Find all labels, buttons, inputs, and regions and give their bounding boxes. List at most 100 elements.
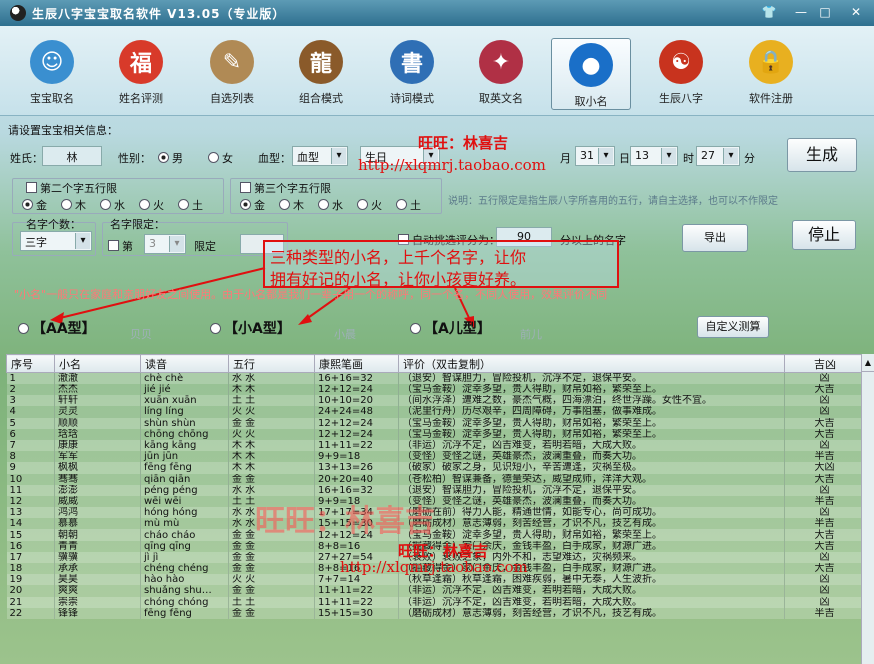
shop-watermark-large: 旺旺：林喜吉 bbox=[255, 504, 435, 539]
cell-fortune: 大吉 bbox=[784, 417, 861, 429]
cell-fortune: 大吉 bbox=[784, 428, 861, 440]
radio-icon bbox=[210, 323, 221, 334]
cell-fortune: 凶 bbox=[784, 439, 861, 452]
cell-fortune: 大吉 bbox=[784, 384, 861, 396]
table-row[interactable]: 22 锋锋 fēng fēng 金 金 15+15=30 （磨砺成材）意志薄弱，刻苦经营，… bbox=[6, 607, 861, 619]
table-row[interactable]: 9 枫枫 fēng fēng 木 木 13+13=26 （破家）破家之身，见识短小，辛苦遭… bbox=[6, 462, 861, 474]
cell-name: 轩轩 bbox=[54, 395, 141, 407]
cell-element: 木 木 bbox=[228, 462, 315, 474]
cell-evaluation: （退安）智谋胆力，冒险投机，沉浮不定，退保平安。 bbox=[398, 484, 785, 496]
cell-pinyin: hóng hóng bbox=[140, 507, 229, 519]
app-window: 生辰八字宝宝取名软件 V13.05（专业版） 👕 — □ ✕ ☺ 宝宝取名 福姓名… bbox=[0, 0, 874, 664]
table-row[interactable]: 1 澈澈 chè chè 水 水 16+16=32 （退安）智谋胆力，冒险投机，沉浮不定，… bbox=[6, 372, 861, 384]
table-scrollbar[interactable]: ▲ bbox=[861, 354, 874, 664]
col-name[interactable]: 小名 bbox=[54, 354, 141, 373]
cell-index: 14 bbox=[6, 518, 55, 530]
cell-strokes: 12+12=24 bbox=[314, 384, 399, 396]
type-xa-radio[interactable]: 【小A型】 bbox=[210, 318, 291, 338]
cell-evaluation: （非运）沉浮不定，凶吉难变，若明若暗，大成大败。 bbox=[398, 585, 785, 597]
url-watermark-2: http://xlqmrj.taobao.com bbox=[340, 558, 528, 576]
type-ae-radio[interactable]: 【A儿型】 bbox=[410, 318, 491, 338]
cell-element: 火 火 bbox=[228, 574, 315, 586]
cell-strokes: 24+24=48 bbox=[314, 406, 399, 418]
table-row[interactable]: 21 崇崇 chóng chóng 土 土 11+11=22 （非运）沉浮不定，凶吉难变，… bbox=[6, 596, 861, 608]
cell-index: 10 bbox=[6, 473, 55, 485]
cell-evaluation: （宝马金鞍）淀幸多望，贵人得助，财帛如裕，繁荣至上。 bbox=[398, 529, 785, 541]
cell-element: 金 金 bbox=[228, 585, 315, 597]
table-row[interactable]: 5 顺顺 shùn shùn 金 金 12+12=24 （宝马金鞍）淀幸多望，贵人得助，财… bbox=[6, 417, 861, 429]
type-aa-radio[interactable]: 【AA型】 bbox=[18, 318, 96, 338]
table-row[interactable]: 8 军军 jūn jūn 木 木 9+9=18 （变怪）变怪之谜，英雄豪杰，波澜重叠，而奏… bbox=[6, 451, 861, 463]
cell-strokes: 8+8=16 bbox=[314, 540, 399, 552]
cell-pinyin: qiān qiān bbox=[140, 473, 229, 485]
cell-name: 青青 bbox=[54, 540, 141, 552]
cell-evaluation: （磨砺成材）意志薄弱，刻苦经营，才识不凡，技艺有成。 bbox=[398, 607, 785, 619]
cell-strokes: 11+11=22 bbox=[314, 439, 399, 452]
nickname-intro: "小名"一般只在家庭和亲朋好友之间使用。由于小名都是我们一辈子用一个的称呼，同一… bbox=[14, 288, 608, 301]
cell-fortune: 凶 bbox=[784, 596, 861, 608]
cell-strokes: 15+15=30 bbox=[314, 607, 399, 619]
table-row[interactable]: 4 灵灵 líng líng 火 火 24+24=48 （泥里行舟）历尽艰辛，四周障碍，万… bbox=[6, 406, 861, 418]
cell-pinyin: qīng qīng bbox=[140, 540, 229, 552]
cell-evaluation: （间水浮泽）遭难之数，豪杰气概，四海漂泊，终世浮躁。女性不宜。 bbox=[398, 395, 785, 407]
table-row[interactable]: 11 澎澎 péng péng 水 水 16+16=32 （退安）智谋胆力，冒险投机，沉浮… bbox=[6, 484, 861, 496]
cell-pinyin: jūn jūn bbox=[140, 451, 229, 463]
cell-pinyin: kāng kāng bbox=[140, 439, 229, 452]
cell-index: 21 bbox=[6, 596, 55, 608]
cell-pinyin: xuān xuān bbox=[140, 395, 229, 407]
cell-fortune: 凶 bbox=[784, 395, 861, 407]
cell-name: 骞骞 bbox=[54, 473, 141, 485]
cell-pinyin: jié jié bbox=[140, 384, 229, 396]
table-row[interactable]: 2 杰杰 jié jié 木 木 12+12=24 （宝马金鞍）淀幸多望，贵人得助，财帛如… bbox=[6, 384, 861, 396]
cell-element: 水 水 bbox=[228, 372, 315, 384]
cell-index: 1 bbox=[6, 372, 55, 384]
col-evaluation[interactable]: 评价（双击复制） bbox=[398, 354, 785, 373]
cell-name: 骥骥 bbox=[54, 551, 141, 563]
col-pinyin[interactable]: 读音 bbox=[140, 354, 229, 373]
cell-element: 金 金 bbox=[228, 607, 315, 619]
cell-index: 9 bbox=[6, 462, 55, 474]
cell-name: 军军 bbox=[54, 451, 141, 463]
cell-fortune: 凶 bbox=[784, 372, 861, 384]
cell-fortune: 凶 bbox=[784, 507, 861, 519]
cell-index: 8 bbox=[6, 451, 55, 463]
cell-strokes: 10+10=20 bbox=[314, 395, 399, 407]
cell-pinyin: hào hào bbox=[140, 574, 229, 586]
cell-element: 金 金 bbox=[228, 563, 315, 575]
cell-pinyin: chōng chōng bbox=[140, 428, 229, 440]
cell-index: 4 bbox=[6, 406, 55, 418]
col-fortune[interactable]: 吉凶 bbox=[784, 354, 861, 373]
cell-pinyin: shuǎng shu… bbox=[140, 585, 229, 597]
cell-fortune: 半吉 bbox=[784, 607, 861, 619]
cell-element: 金 金 bbox=[228, 473, 315, 485]
table-row[interactable]: 6 琀琀 chōng chōng 火 火 12+12=24 （宝马金鞍）淀幸多望，贵人得助… bbox=[6, 428, 861, 440]
cell-element: 木 木 bbox=[228, 439, 315, 452]
cell-index: 18 bbox=[6, 563, 55, 575]
cell-index: 6 bbox=[6, 428, 55, 440]
cell-fortune: 大吉 bbox=[784, 540, 861, 552]
cell-evaluation: （磨砺成材）意志薄弱，刻苦经营，才识不凡，技艺有成。 bbox=[398, 518, 785, 530]
col-index[interactable]: 序号 bbox=[6, 354, 55, 373]
col-strokes[interactable]: 康熙笔画 bbox=[314, 354, 399, 373]
table-row[interactable]: 10 骞骞 qiān qiān 金 金 20+20=40 （苍松柏）智谋兼备，德量荣达，威… bbox=[6, 473, 861, 485]
cell-fortune: 凶 bbox=[784, 484, 861, 496]
cell-element: 木 木 bbox=[228, 384, 315, 396]
cell-name: 顺顺 bbox=[54, 417, 141, 429]
custom-calc-button[interactable]: 自定义测算 bbox=[697, 316, 769, 338]
cell-fortune: 大吉 bbox=[784, 529, 861, 541]
type-xa-label: 【小A型】 bbox=[224, 321, 291, 337]
cell-fortune: 半吉 bbox=[784, 495, 861, 508]
table-row[interactable]: 3 轩轩 xuān xuān 土 土 10+10=20 （间水浮泽）遭难之数，豪杰气概，四… bbox=[6, 395, 861, 407]
cell-index: 5 bbox=[6, 417, 55, 429]
table-row[interactable]: 7 康康 kāng kāng 木 木 11+11=22 （非运）沉浮不定，凶吉难变，若明若… bbox=[6, 439, 861, 452]
scroll-up-icon[interactable]: ▲ bbox=[862, 354, 874, 372]
type-ae-example: 前儿 bbox=[520, 328, 542, 341]
col-element[interactable]: 五行 bbox=[228, 354, 315, 373]
cell-pinyin: jì jì bbox=[140, 551, 229, 563]
cell-name: 昊昊 bbox=[54, 574, 141, 586]
cell-index: 17 bbox=[6, 551, 55, 563]
cell-pinyin: péng péng bbox=[140, 484, 229, 496]
table-row[interactable]: 20 爽爽 shuǎng shu… 金 金 11+11=22 （非运）沉浮不定，凶吉难变，… bbox=[6, 585, 861, 597]
cell-name: 灵灵 bbox=[54, 406, 141, 418]
cell-pinyin: cháo cháo bbox=[140, 529, 229, 541]
